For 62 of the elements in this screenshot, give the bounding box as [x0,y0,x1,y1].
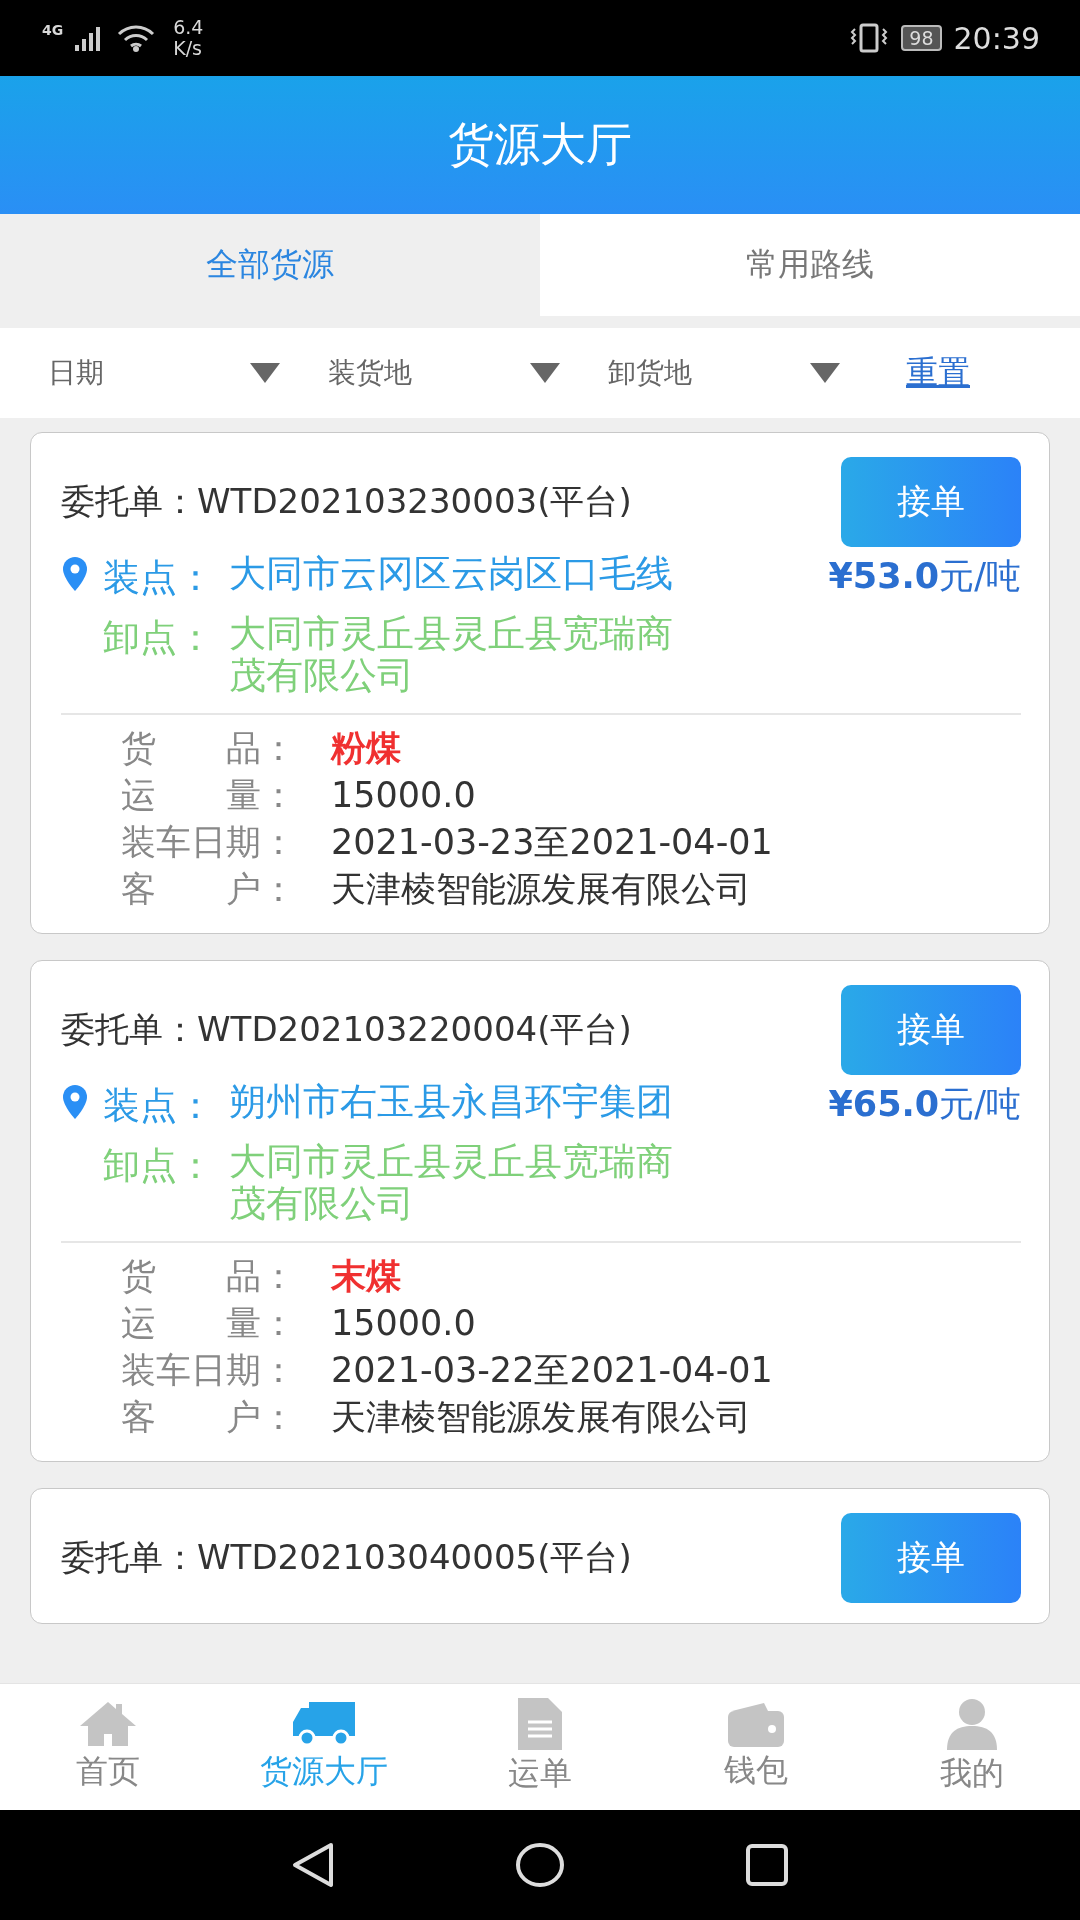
unload-address: 大同市灵丘县灵丘县宽瑞商茂有限公司 [229,1141,674,1225]
load-address: 朔州市右玉县永昌环宇集团 [229,1081,674,1123]
filter-dropdown[interactable]: 日期 [48,354,104,392]
unload-label: 卸点： [103,1143,215,1189]
speed-value: 6.4 [173,17,204,38]
dropdown-arrow-icon[interactable] [530,363,560,383]
network-type: 4G [42,22,64,38]
nav-item[interactable]: 货源大厅 [260,1750,388,1794]
detail-value: 2021-03-23至2021-04-01 [331,821,773,864]
detail-label: 装车日期： [121,821,297,864]
recents-icon[interactable] [745,1843,789,1887]
vibrate-icon [849,23,890,53]
location-pin-icon [61,1085,89,1119]
home-circle-icon[interactable] [515,1842,565,1888]
order-number: 委托单：WTD202103040005(平台) [61,1536,632,1579]
nav-item[interactable]: 钱包 [724,1749,788,1793]
wifi-icon [117,24,156,52]
dropdown-arrow-icon[interactable] [810,363,840,383]
location-pin-icon [61,557,89,591]
detail-value: 粉煤 [331,727,401,770]
detail-value: 15000.0 [331,1302,476,1345]
unload-address: 大同市灵丘县灵丘县宽瑞商茂有限公司 [229,613,674,697]
speed-unit: K/s [173,38,203,59]
nav-item[interactable]: 我的 [940,1752,1004,1796]
person-icon [945,1698,999,1750]
nav-item[interactable]: 运单 [508,1752,572,1796]
detail-value: 末煤 [331,1255,401,1298]
order-number: 委托单：WTD202103230003(平台) [61,480,632,523]
accept-button[interactable]: 接单 [841,985,1021,1075]
detail-label: 运 量： [121,774,297,817]
load-label: 装点： [103,1083,215,1129]
nav-item[interactable]: 首页 [76,1750,140,1794]
back-icon[interactable] [291,1842,335,1888]
price: ¥53.0元/吨 [828,555,1021,598]
detail-label: 客 户： [121,868,297,911]
unload-label: 卸点： [103,615,215,661]
dropdown-arrow-icon[interactable] [250,363,280,383]
detail-value: 天津棱智能源发展有限公司 [331,868,751,911]
clock: 20:39 [953,20,1040,56]
filter-dropdown[interactable]: 卸货地 [608,354,692,392]
accept-button[interactable]: 接单 [841,1513,1021,1603]
load-label: 装点： [103,555,215,601]
detail-label: 货 品： [121,1255,297,1298]
detail-label: 客 户： [121,1396,297,1439]
filter-dropdown[interactable]: 装货地 [328,354,412,392]
battery-level: 98 [901,25,942,51]
detail-label: 货 品： [121,727,297,770]
detail-value: 2021-03-22至2021-04-01 [331,1349,773,1392]
load-address: 大同市云冈区云岗区口毛线 [229,553,674,595]
detail-label: 运 量： [121,1302,297,1345]
accept-button[interactable]: 接单 [841,457,1021,547]
tab[interactable]: 全部货源 [0,214,540,316]
order-number: 委托单：WTD202103220004(平台) [61,1008,632,1051]
reset-link[interactable]: 重置 [906,351,970,395]
wallet-icon [728,1701,784,1747]
home-icon [78,1700,138,1748]
page-title: 货源大厅 [448,116,632,173]
price: ¥65.0元/吨 [828,1083,1021,1126]
document-icon [518,1698,562,1750]
detail-value: 15000.0 [331,774,476,817]
detail-label: 装车日期： [121,1349,297,1392]
detail-value: 天津棱智能源发展有限公司 [331,1396,751,1439]
